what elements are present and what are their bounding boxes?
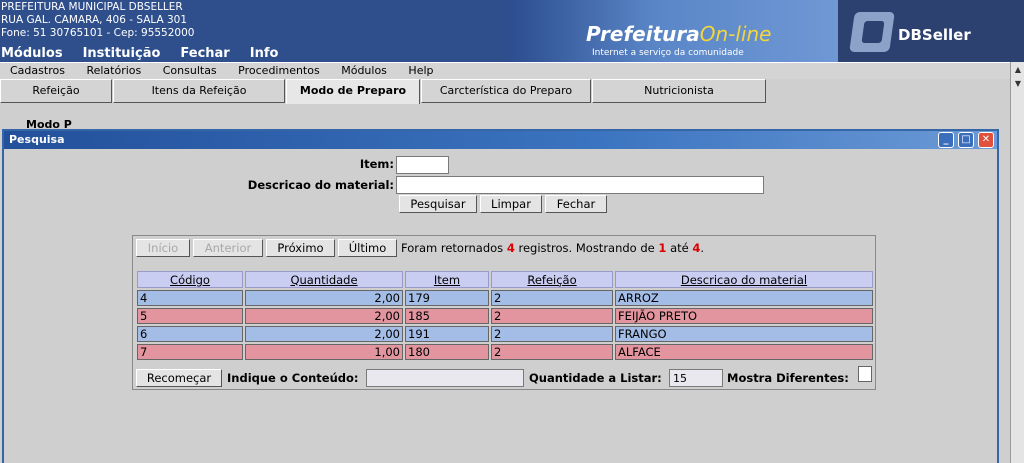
cell-codigo[interactable]: 4: [137, 290, 243, 306]
cell-codigo[interactable]: 7: [137, 344, 243, 360]
dialog-body: Item: Descricao do material: Pesquisar L…: [4, 149, 997, 461]
cell-refeicao[interactable]: 2: [491, 308, 613, 324]
cell-item[interactable]: 179: [405, 290, 489, 306]
cell-item[interactable]: 191: [405, 326, 489, 342]
cell-item[interactable]: 180: [405, 344, 489, 360]
menu-help[interactable]: Help: [398, 63, 441, 77]
previous-page-button[interactable]: Anterior: [193, 239, 263, 257]
next-page-button[interactable]: Próximo: [266, 239, 335, 257]
menu-cadastros[interactable]: Cadastros: [0, 63, 73, 77]
maximize-icon[interactable]: □: [958, 132, 974, 148]
menubar: Cadastros Relatórios Consultas Procedime…: [0, 62, 1010, 79]
summary-text-c: até: [666, 241, 693, 255]
table-header-row: Código Quantidade Item Refeição Descrica…: [137, 271, 873, 288]
cell-refeicao[interactable]: 2: [491, 344, 613, 360]
tab-bar: Refeição Itens da Refeição Modo de Prepa…: [0, 79, 1010, 104]
menu-procedimentos[interactable]: Procedimentos: [228, 63, 328, 77]
cell-quantidade[interactable]: 2,00: [245, 326, 403, 342]
result-count: 4: [506, 241, 515, 255]
search-button[interactable]: Pesquisar: [399, 195, 477, 213]
show-different-checkbox[interactable]: [858, 366, 872, 382]
main-menu-fechar[interactable]: Fechar: [180, 46, 229, 61]
summary-text-d: .: [700, 241, 705, 255]
tab-caracteristica-preparo[interactable]: Carcterística do Preparo: [421, 79, 591, 103]
close-button[interactable]: Fechar: [545, 195, 607, 213]
cell-refeicao[interactable]: 2: [491, 326, 613, 342]
cell-descricao[interactable]: FEIJÃO PRETO: [615, 308, 873, 324]
col-header-refeicao[interactable]: Refeição: [491, 271, 613, 288]
vertical-scrollbar[interactable]: ▲ ▼: [1010, 62, 1024, 463]
main-menu-modulos[interactable]: Módulos: [1, 46, 63, 61]
menu-modulos[interactable]: Módulos: [331, 63, 395, 77]
description-input[interactable]: [396, 176, 764, 194]
cell-quantidade[interactable]: 2,00: [245, 290, 403, 306]
main-menu-info[interactable]: Info: [250, 46, 279, 61]
brand-logo: PrefeituraOn-line: [586, 22, 771, 46]
brand-name-a: Prefeitura: [586, 22, 700, 46]
col-header-quantidade[interactable]: Quantidade: [245, 271, 403, 288]
vendor-logo: DBSeller: [838, 0, 1024, 62]
cell-item[interactable]: 185: [405, 308, 489, 324]
col-header-item[interactable]: Item: [405, 271, 489, 288]
table-row[interactable]: 6 2,00 191 2 FRANGO: [137, 326, 873, 342]
show-different-label: Mostra Diferentes:: [727, 371, 849, 385]
scroll-down-icon[interactable]: ▼: [1012, 78, 1024, 90]
vendor-logo-icon: [849, 12, 895, 52]
close-icon[interactable]: ✕: [978, 132, 994, 148]
vendor-name: DBSeller: [898, 26, 971, 44]
app-header: PREFEITURA MUNICIPAL DBSELLER RUA GAL. C…: [0, 0, 1024, 62]
content-input[interactable]: [366, 369, 524, 387]
menu-relatorios[interactable]: Relatórios: [76, 63, 149, 77]
quantity-label: Quantidade a Listar:: [529, 371, 662, 385]
quantity-input[interactable]: [669, 369, 723, 387]
clear-button[interactable]: Limpar: [480, 195, 542, 213]
cell-codigo[interactable]: 6: [137, 326, 243, 342]
tab-refeicao[interactable]: Refeição: [0, 79, 112, 103]
cell-refeicao[interactable]: 2: [491, 290, 613, 306]
brand-tagline: Internet a serviço da comunidade: [592, 48, 744, 58]
table-row[interactable]: 7 1,00 180 2 ALFACE: [137, 344, 873, 360]
item-input[interactable]: [396, 156, 449, 174]
restart-button[interactable]: Recomeçar: [136, 369, 222, 387]
menu-consultas[interactable]: Consultas: [153, 63, 225, 77]
table-row[interactable]: 5 2,00 185 2 FEIJÃO PRETO: [137, 308, 873, 324]
cell-quantidade[interactable]: 2,00: [245, 308, 403, 324]
main-menu: Módulos Instituição Fechar Info: [1, 46, 298, 61]
summary-text-b: registros. Mostrando de: [514, 241, 659, 255]
col-header-codigo[interactable]: Código: [137, 271, 243, 288]
item-label: Item:: [359, 157, 394, 171]
summary-text-a: Foram retornados: [401, 241, 507, 255]
col-header-descricao[interactable]: Descricao do material: [615, 271, 873, 288]
cell-codigo[interactable]: 5: [137, 308, 243, 324]
minimize-icon[interactable]: _: [938, 132, 954, 148]
description-label: Descricao do material:: [247, 178, 394, 192]
last-page-button[interactable]: Último: [338, 239, 397, 257]
scroll-up-icon[interactable]: ▲: [1012, 64, 1024, 76]
brand-name-b: On-line: [699, 22, 772, 46]
dialog-title: Pesquisa: [9, 133, 65, 146]
org-name: PREFEITURA MUNICIPAL DBSELLER: [1, 1, 183, 13]
table-row[interactable]: 4 2,00 179 2 ARROZ: [137, 290, 873, 306]
org-info: PREFEITURA MUNICIPAL DBSELLER RUA GAL. C…: [1, 1, 194, 40]
tab-modo-preparo[interactable]: Modo de Preparo: [286, 79, 420, 104]
dialog-titlebar: Pesquisa _ □ ✕: [4, 131, 997, 149]
search-dialog: Pesquisa _ □ ✕ Item: Descricao do materi…: [2, 129, 999, 463]
first-page-button[interactable]: Início: [136, 239, 190, 257]
cell-descricao[interactable]: ARROZ: [615, 290, 873, 306]
brand-banner: PrefeituraOn-line Internet a serviço da …: [508, 0, 838, 62]
content-label: Indique o Conteúdo:: [227, 371, 359, 385]
cell-descricao[interactable]: ALFACE: [615, 344, 873, 360]
results-table: Código Quantidade Item Refeição Descrica…: [135, 269, 875, 362]
main-menu-instituicao[interactable]: Instituição: [83, 46, 161, 61]
tab-nutricionista[interactable]: Nutricionista: [592, 79, 766, 103]
cell-descricao[interactable]: FRANGO: [615, 326, 873, 342]
org-address: RUA GAL. CAMARA, 406 - SALA 301: [1, 14, 188, 26]
results-summary: Foram retornados 4 registros. Mostrando …: [401, 241, 704, 255]
tab-itens-refeicao[interactable]: Itens da Refeição: [113, 79, 285, 103]
cell-quantidade[interactable]: 1,00: [245, 344, 403, 360]
results-panel: Início Anterior Próximo Último Foram ret…: [132, 235, 876, 390]
org-phone: Fone: 51 30765101 - Cep: 95552000: [1, 27, 195, 39]
